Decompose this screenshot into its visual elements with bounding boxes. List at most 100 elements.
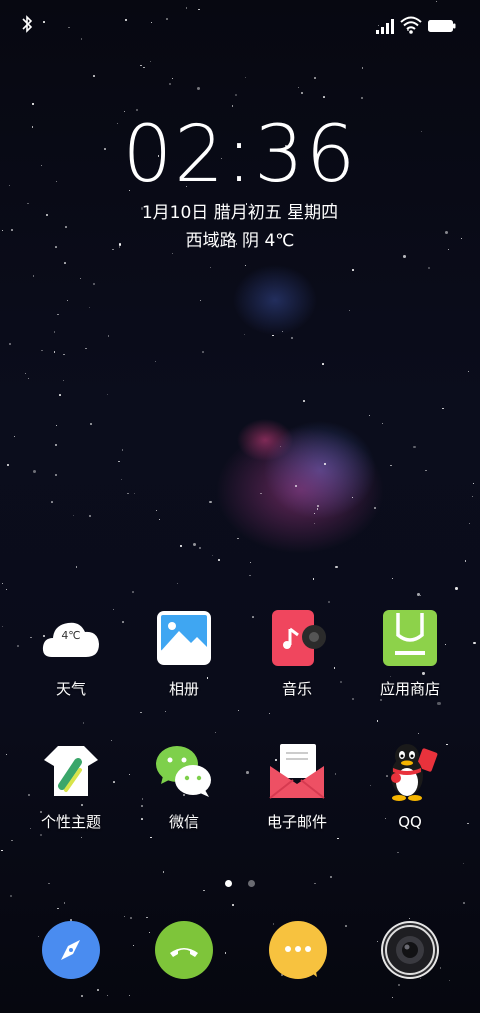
star xyxy=(24,372,27,375)
star xyxy=(7,464,10,467)
dock-phone[interactable] xyxy=(155,921,213,979)
star xyxy=(323,96,325,98)
star xyxy=(462,902,465,905)
star xyxy=(437,701,441,705)
star xyxy=(472,495,474,497)
star xyxy=(118,460,121,463)
star xyxy=(380,699,383,702)
app-qq[interactable]: QQ xyxy=(355,740,465,832)
star xyxy=(75,566,78,568)
star xyxy=(150,836,152,839)
music-icon xyxy=(266,607,328,669)
signal-icon xyxy=(376,19,394,34)
star xyxy=(62,379,65,382)
app-label: 应用商店 xyxy=(379,680,440,698)
star xyxy=(9,343,11,345)
star xyxy=(133,493,135,495)
star xyxy=(352,269,355,272)
star xyxy=(88,514,92,518)
star xyxy=(313,522,316,524)
star xyxy=(32,103,34,105)
star xyxy=(337,837,339,840)
page-indicator[interactable] xyxy=(0,872,480,891)
star xyxy=(63,353,65,356)
star xyxy=(65,226,67,228)
dock-camera[interactable] xyxy=(381,921,439,979)
star xyxy=(249,575,251,577)
dock-browser[interactable] xyxy=(42,921,100,979)
lockscreen-clock[interactable]: 02:36 xyxy=(0,110,480,200)
app-label: 电子邮件 xyxy=(266,813,327,831)
star xyxy=(391,996,394,999)
star xyxy=(107,335,110,337)
star xyxy=(121,449,124,452)
browser-icon xyxy=(61,940,80,960)
star xyxy=(244,265,247,267)
star xyxy=(439,967,442,969)
app-wechat[interactable]: 微信 xyxy=(129,740,239,832)
star xyxy=(231,105,234,108)
star xyxy=(199,547,202,550)
app-gallery[interactable]: 相册 xyxy=(129,607,239,699)
star xyxy=(180,545,182,547)
star xyxy=(412,445,416,449)
app-label: 相册 xyxy=(168,680,199,698)
app-weather[interactable]: 4℃ 天气 xyxy=(16,607,126,699)
app-email[interactable]: 电子邮件 xyxy=(242,740,352,832)
star xyxy=(243,333,246,336)
lockscreen-weather[interactable]: 西域路 阴 4℃ xyxy=(0,229,480,253)
dock-messages[interactable] xyxy=(269,921,327,979)
page-dot-active[interactable] xyxy=(225,880,233,887)
app-store[interactable]: 应用商店 xyxy=(355,607,465,699)
star xyxy=(464,560,467,562)
gallery-icon xyxy=(153,607,215,669)
star xyxy=(361,96,364,99)
star xyxy=(82,722,85,724)
star xyxy=(455,587,458,590)
star xyxy=(130,916,132,919)
star xyxy=(301,92,303,94)
star xyxy=(123,916,126,918)
star xyxy=(38,935,40,937)
star xyxy=(324,463,326,465)
star xyxy=(473,641,476,645)
star xyxy=(67,299,69,302)
star xyxy=(155,510,157,512)
star xyxy=(40,349,43,352)
star xyxy=(272,335,274,337)
star xyxy=(234,94,237,96)
star xyxy=(127,492,129,495)
star xyxy=(317,508,319,510)
star xyxy=(345,925,347,927)
star xyxy=(231,903,234,907)
star xyxy=(32,470,36,474)
star xyxy=(143,66,145,69)
star xyxy=(417,732,420,734)
star xyxy=(176,582,179,585)
star xyxy=(244,76,247,79)
lockscreen-date[interactable]: 1月10日 腊月初五 星期四 xyxy=(0,201,480,225)
star xyxy=(6,753,8,756)
star xyxy=(5,588,7,590)
app-themes[interactable]: 个性主题 xyxy=(16,740,126,832)
star xyxy=(298,87,300,89)
star xyxy=(54,473,57,476)
star xyxy=(425,469,427,472)
star xyxy=(132,591,134,593)
star xyxy=(313,512,316,515)
app-label: 天气 xyxy=(55,680,86,698)
star xyxy=(10,895,12,897)
star xyxy=(463,863,465,865)
star xyxy=(335,565,338,569)
page-dot[interactable] xyxy=(247,880,255,887)
star xyxy=(57,907,59,910)
star xyxy=(106,994,109,997)
star xyxy=(390,464,392,466)
star xyxy=(224,952,226,954)
camera-icon xyxy=(385,925,435,975)
star xyxy=(80,836,82,838)
star xyxy=(442,407,444,410)
star xyxy=(428,267,431,269)
app-music[interactable]: 音乐 xyxy=(242,607,352,699)
star xyxy=(352,698,354,700)
